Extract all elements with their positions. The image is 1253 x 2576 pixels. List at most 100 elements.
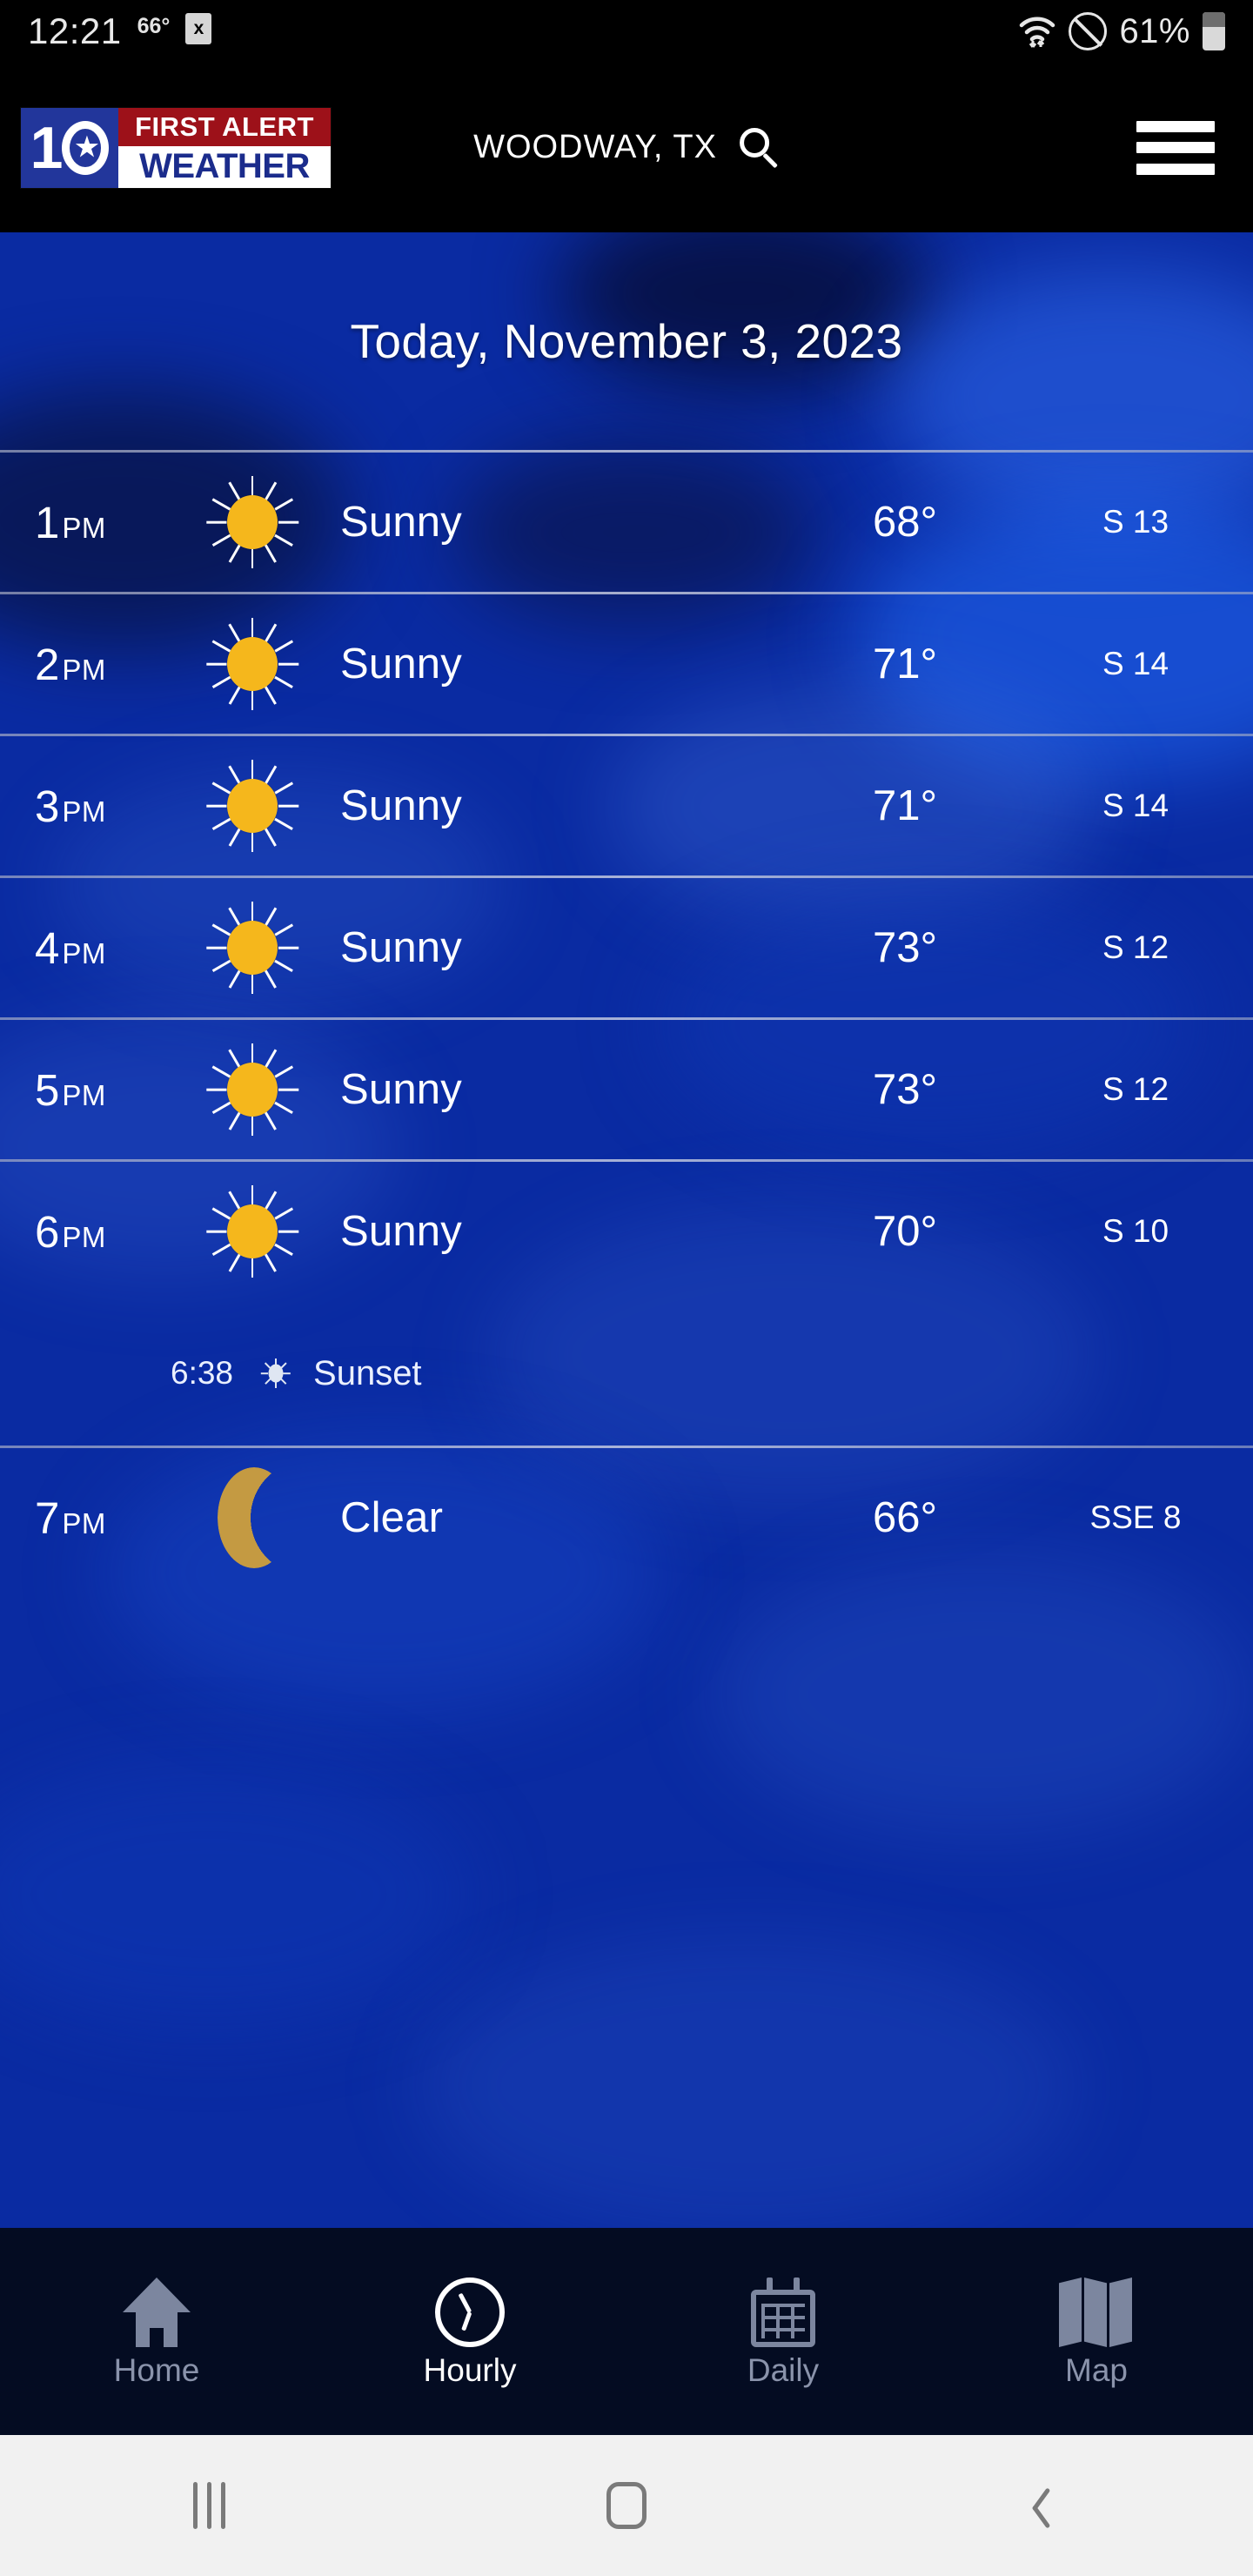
app-bar: 1 ★ FIRST ALERT WEATHER WOODWAY, TX [0, 63, 1253, 232]
row-meridiem: PM [62, 1506, 106, 1540]
hourly-row[interactable]: 4 PM Sunny 73° S 12 [0, 878, 1253, 1017]
hourly-row[interactable]: 5 PM Sunny 73° S 12 [0, 1020, 1253, 1159]
row-condition: Sunny [340, 1066, 462, 1113]
wifi-icon [1018, 14, 1056, 49]
row-temperature: 73° [872, 924, 938, 971]
row-hour: 4 [35, 922, 60, 973]
star-icon: ★ [75, 132, 98, 162]
row-time: 2 PM [0, 639, 187, 690]
row-wind: S 10 [1102, 1213, 1169, 1249]
sun-icon [187, 759, 318, 853]
row-time: 3 PM [0, 781, 187, 832]
nav-item-home[interactable]: Home [0, 2274, 313, 2389]
nav-item-hourly[interactable]: Hourly [313, 2274, 626, 2389]
home-button[interactable] [418, 2482, 835, 2529]
moon-icon [187, 1466, 318, 1570]
home-icon [123, 2274, 191, 2347]
status-bar: 12:21 66° x 61% [0, 0, 1253, 63]
row-wind: S 14 [1102, 788, 1169, 823]
logo-digit-zero-star: ★ [62, 120, 110, 175]
hourly-row[interactable]: 6 PM Sunny 70° S 10 6:38 Sunset [0, 1162, 1253, 1446]
logo-first-alert: FIRST ALERT [118, 107, 331, 146]
battery-percent: 61% [1119, 11, 1190, 50]
status-temperature: 66° [137, 13, 171, 38]
row-condition: Sunny [340, 924, 462, 971]
nav-label-daily: Daily [747, 2352, 820, 2388]
row-time: 1 PM [0, 497, 187, 548]
sim-x-icon: x [185, 13, 212, 44]
row-temperature: 73° [872, 1066, 938, 1113]
row-temperature: 71° [872, 641, 938, 688]
hourly-forecast-panel: Today, November 3, 2023 1 PM Sunny 68° S… [0, 232, 1253, 2228]
sun-icon [187, 475, 318, 569]
sun-icon [187, 1184, 318, 1278]
nav-item-map[interactable]: Map [940, 2274, 1253, 2389]
row-wind: S 12 [1102, 1071, 1169, 1107]
logo-wordmark: FIRST ALERT WEATHER [118, 107, 331, 188]
row-hour: 2 [35, 639, 60, 689]
nav-label-home: Home [113, 2352, 200, 2388]
logo-weather: WEATHER [118, 145, 331, 188]
home-pill-icon [606, 2482, 647, 2529]
row-hour: 7 [35, 1493, 60, 1543]
clock-icon [435, 2274, 505, 2347]
sunset-event: 6:38 Sunset [0, 1301, 1253, 1446]
recents-button[interactable] [0, 2482, 418, 2529]
sunset-time: 6:38 [171, 1355, 234, 1391]
hourly-row[interactable]: 3 PM Sunny 71° S 14 [0, 736, 1253, 875]
sun-icon [187, 617, 318, 711]
row-wind: S 12 [1102, 929, 1169, 965]
row-condition: Sunny [340, 499, 462, 546]
logo-channel-mark: 1 ★ [21, 107, 118, 188]
page-title: Today, November 3, 2023 [350, 314, 903, 368]
row-wind: S 14 [1102, 646, 1169, 681]
row-meridiem: PM [62, 936, 106, 969]
row-wind: SSE 8 [1089, 1499, 1182, 1535]
battery-icon [1203, 12, 1225, 50]
hourly-row[interactable]: 7 PM Clear 66° SSE 8 [0, 1448, 1253, 1587]
sun-icon [187, 901, 318, 995]
nav-label-hourly: Hourly [423, 2352, 517, 2388]
station-logo[interactable]: 1 ★ FIRST ALERT WEATHER [21, 107, 331, 188]
search-icon[interactable] [739, 127, 780, 168]
row-hour: 1 [35, 497, 60, 547]
sunset-icon [261, 1358, 291, 1388]
row-meridiem: PM [62, 795, 106, 828]
row-condition: Sunny [340, 782, 462, 829]
row-time: 5 PM [0, 1064, 187, 1116]
status-bar-right: 61% [1018, 12, 1225, 51]
row-time: 6 PM [0, 1206, 187, 1258]
row-meridiem: PM [62, 1220, 106, 1253]
row-meridiem: PM [62, 1078, 106, 1111]
hourly-rows: 1 PM Sunny 68° S 13 2 PM Sunny 71° S 14 … [0, 450, 1253, 1587]
row-temperature: 70° [872, 1208, 938, 1255]
row-hour: 6 [35, 1206, 60, 1257]
row-condition: Sunny [340, 1208, 462, 1255]
calendar-icon [751, 2274, 815, 2347]
android-navigation-bar [0, 2435, 1253, 2576]
map-icon [1059, 2274, 1134, 2347]
row-meridiem: PM [62, 511, 106, 544]
row-condition: Sunny [340, 641, 462, 688]
row-condition: Clear [340, 1494, 444, 1541]
back-button[interactable] [835, 2481, 1253, 2530]
location-search[interactable]: WOODWAY, TX [473, 127, 780, 168]
hourly-row[interactable]: 2 PM Sunny 71° S 14 [0, 594, 1253, 734]
hourly-row[interactable]: 1 PM Sunny 68° S 13 [0, 453, 1253, 592]
current-location-label: WOODWAY, TX [473, 129, 717, 165]
row-time: 7 PM [0, 1493, 187, 1544]
logo-digit-one: 1 [30, 114, 64, 181]
nav-item-daily[interactable]: Daily [626, 2274, 940, 2389]
row-hour: 5 [35, 1064, 60, 1115]
logo-channel-number: 1 ★ [30, 118, 110, 178]
hamburger-menu-icon[interactable] [1136, 120, 1215, 175]
sunset-label: Sunset [313, 1353, 422, 1392]
row-time: 4 PM [0, 922, 187, 974]
row-temperature: 68° [872, 499, 938, 546]
recents-icon [192, 2482, 225, 2529]
bottom-navigation: Home Hourly Daily Map [0, 2228, 1253, 2435]
status-clock: 12:21 [28, 10, 122, 51]
nav-label-map: Map [1065, 2352, 1128, 2388]
row-wind: S 13 [1102, 504, 1169, 540]
status-bar-left: 12:21 66° x [28, 10, 212, 52]
